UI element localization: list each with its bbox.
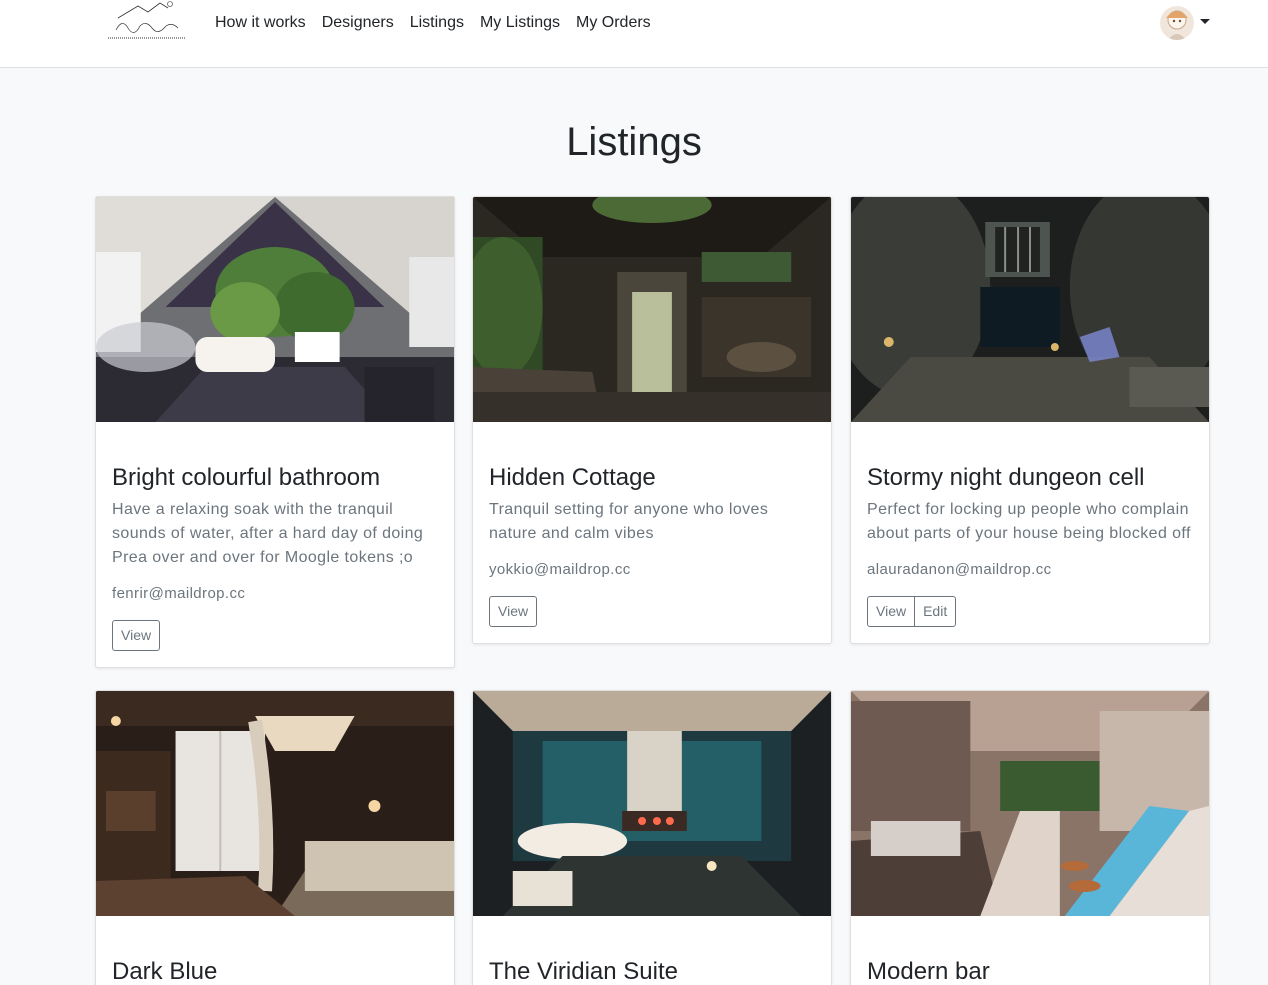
navbar: How it works Designers Listings My Listi… [0,0,1268,68]
listing-card: Hidden Cottage Tranquil setting for anyo… [472,196,832,644]
listing-card: Dark Blue [95,690,455,985]
edit-button[interactable]: Edit [914,596,957,627]
listing-actions: View [112,620,161,651]
listing-image [96,197,454,422]
nav-how-it-works[interactable]: How it works [215,13,306,33]
listing-image [473,197,831,422]
avatar [1160,6,1194,40]
user-menu-toggle[interactable] [1160,6,1210,40]
listing-description: Tranquil setting for anyone who loves na… [489,501,769,542]
listing-title: Hidden Cottage [489,464,656,491]
listing-title: The Viridian Suite [489,958,678,985]
nav-my-listings[interactable]: My Listings [480,13,560,33]
listing-card: The Viridian Suite [472,690,832,985]
nav-listings[interactable]: Listings [410,13,464,33]
nav-my-orders[interactable]: My Orders [576,13,651,33]
listing-card: Bright colourful bathroom Have a relaxin… [95,196,455,668]
listing-actions: View [489,596,538,627]
view-button[interactable]: View [489,596,538,627]
listing-card: Modern bar [850,690,1210,985]
listing-title: Modern bar [867,958,990,985]
listing-image [851,691,1209,916]
listing-title: Bright colourful bathroom [112,464,381,491]
main-nav: How it works Designers Listings My Listi… [215,13,651,33]
page-title: Listings [566,120,702,164]
listing-card: Stormy night dungeon cell Perfect for lo… [850,196,1210,644]
view-button[interactable]: View [112,620,161,651]
listing-description: Perfect for locking up people who compla… [867,501,1191,542]
listing-image [96,691,454,916]
listing-email: alauradanon@maildrop.cc [867,561,1052,578]
listing-image [851,197,1209,422]
listing-image [473,691,831,916]
listing-title: Stormy night dungeon cell [867,464,1145,491]
listing-email: fenrir@maildrop.cc [112,585,246,602]
nav-designers[interactable]: Designers [322,13,394,33]
view-button[interactable]: View [867,596,916,627]
site-logo[interactable] [104,0,188,44]
listing-email: yokkio@maildrop.cc [489,561,631,578]
listing-actions: View Edit [867,596,957,627]
listing-title: Dark Blue [112,958,218,985]
listing-description: Have a relaxing soak with the tranquil s… [112,501,424,566]
chevron-down-icon [1200,18,1210,24]
